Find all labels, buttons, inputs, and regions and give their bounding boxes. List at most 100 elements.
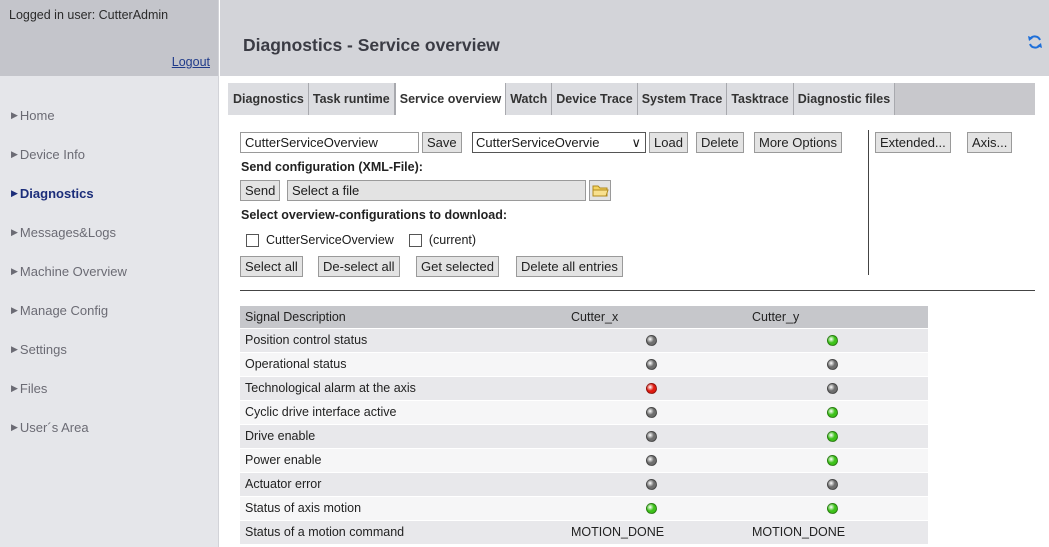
status-led-gray-icon (646, 407, 657, 419)
tab-bar: Diagnostics Task runtime Service overview W… (228, 83, 1035, 115)
triangle-right-icon: ▶ (11, 305, 18, 315)
status-led-green-icon (827, 335, 838, 347)
table-row: Power enable (240, 447, 928, 472)
delete-all-entries-button[interactable]: Delete all entries (516, 256, 623, 277)
cutter-x-cell (566, 447, 747, 472)
cutter-y-cell (747, 447, 928, 472)
cutter-x-cell: MOTION_DONE (566, 519, 747, 544)
cutter-y-cell (747, 399, 928, 424)
sidebar-item-label: Machine Overview (19, 264, 127, 279)
checkbox-cutterserviceoverview[interactable] (246, 233, 259, 247)
cutter-x-cell (566, 375, 747, 400)
sidebar-item-label: Home (19, 108, 55, 123)
page-title: Diagnostics - Service overview (243, 35, 500, 55)
sidebar-item-settings[interactable]: ▶ Settings (0, 330, 218, 369)
tab-system-trace[interactable]: System Trace (637, 83, 728, 115)
sidebar-item-label: Settings (19, 342, 67, 357)
cutter-x-cell (566, 351, 747, 376)
file-select-field[interactable]: Select a file (287, 180, 586, 201)
table-row: Status of axis motion (240, 495, 928, 520)
signal-description-cell: Technological alarm at the axis (240, 375, 566, 400)
status-led-green-icon (827, 431, 838, 443)
chevron-down-icon: ∨ (631, 135, 641, 150)
table-row: Operational status (240, 351, 928, 376)
sidebar-item-user-s-area[interactable]: ▶ User´s Area (0, 408, 218, 447)
column-header-cutter-y: Cutter_y (747, 306, 928, 328)
tab-diagnostic-files[interactable]: Diagnostic files (793, 83, 896, 115)
triangle-right-icon: ▶ (11, 149, 18, 159)
send-button[interactable]: Send (240, 180, 281, 201)
tab-service-overview[interactable]: Service overview (394, 83, 507, 115)
get-selected-button[interactable]: Get selected (416, 256, 499, 277)
axis-button[interactable]: Axis... (967, 132, 1013, 153)
config-name-input[interactable]: CutterServiceOverview (240, 132, 419, 153)
signal-description-cell: Operational status (240, 351, 566, 376)
triangle-right-icon: ▶ (11, 188, 18, 198)
logged-in-user-label: Logged in user: CutterAdmin (9, 8, 169, 22)
column-header-cutter-x: Cutter_x (566, 306, 747, 328)
cutter-x-cell (566, 471, 747, 496)
tab-task-runtime[interactable]: Task runtime (308, 83, 395, 115)
table-header-row: Signal Description Cutter_x Cutter_y (240, 306, 928, 328)
signal-description-cell: Position control status (240, 327, 566, 352)
sidebar-item-messages-logs[interactable]: ▶ Messages&Logs (0, 213, 218, 252)
tab-device-trace[interactable]: Device Trace (552, 83, 638, 115)
checkbox-label: CutterServiceOverview (266, 233, 394, 247)
load-button[interactable]: Load (649, 132, 688, 153)
tab-tasktrace[interactable]: Tasktrace (727, 83, 794, 115)
triangle-right-icon: ▶ (11, 227, 18, 237)
status-led-gray-icon (827, 383, 838, 395)
sidebar-item-device-info[interactable]: ▶ Device Info (0, 135, 218, 174)
cutter-y-cell: MOTION_DONE (747, 519, 928, 544)
status-led-gray-icon (646, 335, 657, 347)
logout-link[interactable]: Logout (172, 55, 210, 69)
sidebar-item-label: Device Info (19, 147, 85, 162)
save-button[interactable]: Save (422, 132, 462, 153)
status-led-gray-icon (646, 359, 657, 371)
cutter-x-cell (566, 327, 747, 352)
status-led-green-icon (827, 455, 838, 467)
download-heading: Select overview-configurations to downlo… (241, 208, 508, 222)
tab-diagnostics[interactable]: Diagnostics (228, 83, 309, 115)
sidebar-item-files[interactable]: ▶ Files (0, 369, 218, 408)
table-row: Status of a motion command MOTION_DONE MOT… (240, 519, 928, 544)
sidebar-item-label: Files (19, 381, 48, 396)
sidebar-item-machine-overview[interactable]: ▶ Machine Overview (0, 252, 218, 291)
checkbox-current[interactable] (408, 233, 422, 247)
config-select-value: CutterServiceOvervie (476, 135, 600, 150)
checkbox-label: (current) (428, 233, 477, 247)
triangle-right-icon: ▶ (11, 344, 18, 354)
cutter-x-cell (566, 495, 747, 520)
signal-description-cell: Cyclic drive interface active (240, 399, 566, 424)
signal-description-cell: Power enable (240, 447, 566, 472)
signal-description-cell: Actuator error (240, 471, 566, 496)
select-all-button[interactable]: Select all (240, 256, 303, 277)
folder-icon[interactable] (589, 180, 611, 201)
divider-horizontal (240, 290, 1035, 291)
cutter-y-cell (747, 423, 928, 448)
tab-watch[interactable]: Watch (506, 83, 553, 115)
table-row: Actuator error (240, 471, 928, 496)
refresh-icon[interactable] (1027, 34, 1043, 50)
signal-description-cell: Status of axis motion (240, 495, 566, 520)
cutter-x-cell (566, 399, 747, 424)
cutter-x-cell (566, 423, 747, 448)
deselect-all-button[interactable]: De-select all (318, 256, 400, 277)
page-header: Diagnostics - Service overview (220, 0, 1049, 76)
sidebar-item-manage-config[interactable]: ▶ Manage Config (0, 291, 218, 330)
motion-status-text: MOTION_DONE (752, 525, 846, 540)
cutter-y-cell (747, 351, 928, 376)
sidebar-item-home[interactable]: ▶ Home (0, 96, 218, 135)
delete-button[interactable]: Delete (696, 132, 744, 153)
more-options-button[interactable]: More Options (754, 132, 843, 153)
table-row: Position control status (240, 327, 928, 352)
divider-vertical (868, 130, 869, 275)
signal-table-body: Position control status Operational statu… (240, 327, 928, 544)
triangle-right-icon: ▶ (11, 266, 18, 276)
sidebar-item-diagnostics[interactable]: ▶ Diagnostics (0, 174, 218, 213)
config-select[interactable]: CutterServiceOvervie ∨ (472, 132, 646, 153)
download-option-list: CutterServiceOverview (current) (246, 233, 476, 247)
sidebar-nav: ▶ Home ▶ Device Info ▶ Diagnostics ▶ Messages&L… (0, 76, 218, 447)
send-config-heading: Send configuration (XML-File): (241, 160, 423, 174)
extended-button[interactable]: Extended... (875, 132, 951, 153)
